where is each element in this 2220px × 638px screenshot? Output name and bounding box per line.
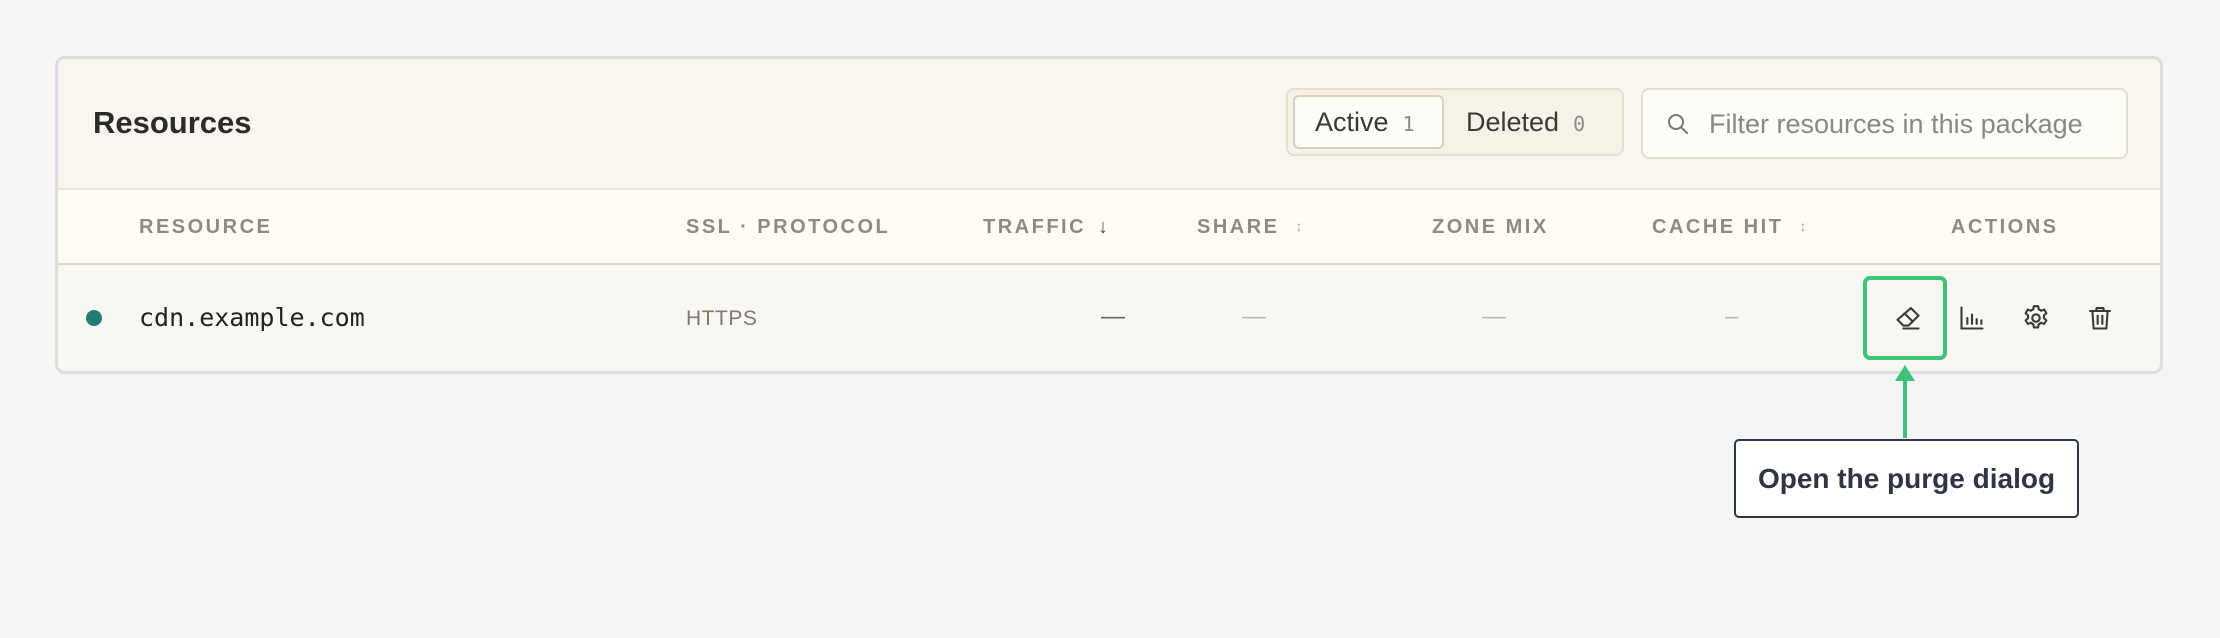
bar-chart-icon [1960, 306, 1984, 330]
column-header-traffic-label: TRAFFIC [983, 216, 1087, 238]
table-row: cdn.example.com HTTPS — — — – [58, 265, 2160, 371]
stats-button[interactable] [1949, 295, 1995, 341]
column-header-cache-hit-label: CACHE HIT [1652, 216, 1784, 238]
settings-button[interactable] [2013, 295, 2059, 341]
column-header-ssl-protocol: SSL · PROTOCOL [686, 216, 891, 238]
page-title: Resources [93, 105, 252, 140]
resource-name[interactable]: cdn.example.com [139, 303, 365, 332]
panel-header: Resources Active 1 Deleted 0 [58, 59, 2160, 190]
table-header: RESOURCE SSL · PROTOCOL TRAFFIC ↓ SHARE ↕ … [58, 190, 2160, 265]
sort-desc-icon: ↓ [1098, 216, 1109, 238]
gear-icon [2024, 305, 2048, 329]
column-header-actions: ACTIONS [1951, 216, 2059, 238]
tab-active-label: Active [1315, 106, 1389, 137]
status-segmented-control: Active 1 Deleted 0 [1286, 88, 1624, 156]
eraser-icon [1896, 307, 1920, 330]
search-box [1641, 88, 2128, 159]
column-header-zone-mix: ZONE MIX [1432, 216, 1549, 238]
status-dot [86, 310, 102, 326]
cache-hit-cell: – [1725, 303, 1739, 330]
tab-deleted[interactable]: Deleted 0 [1466, 95, 1616, 149]
zone-mix-cell: — [1482, 303, 1506, 330]
traffic-cell: — [1101, 303, 1125, 330]
trash-icon [2089, 307, 2111, 330]
resources-panel: Resources Active 1 Deleted 0 RESOURCE SS… [55, 56, 2163, 374]
column-header-resource: RESOURCE [139, 216, 273, 238]
delete-button[interactable] [2077, 295, 2123, 341]
share-cell: — [1242, 303, 1266, 330]
callout-arrow [1903, 376, 1907, 438]
search-input[interactable] [1709, 100, 2114, 148]
column-header-traffic[interactable]: TRAFFIC ↓ [983, 214, 1108, 240]
sort-icon: ↕ [1295, 218, 1303, 234]
column-header-share[interactable]: SHARE ↕ [1197, 214, 1303, 241]
protocol-cell: HTTPS [686, 307, 758, 330]
purge-button[interactable] [1885, 295, 1931, 341]
sort-icon: ↕ [1799, 218, 1807, 234]
tab-active[interactable]: Active 1 [1293, 95, 1444, 149]
search-icon [1668, 114, 1688, 134]
tab-active-count: 1 [1402, 112, 1415, 136]
column-header-share-label: SHARE [1197, 216, 1280, 238]
column-header-cache-hit[interactable]: CACHE HIT ↕ [1652, 214, 1806, 241]
tab-deleted-label: Deleted [1466, 106, 1560, 137]
callout-tooltip: Open the purge dialog [1734, 439, 2079, 518]
tab-deleted-count: 0 [1573, 112, 1586, 136]
